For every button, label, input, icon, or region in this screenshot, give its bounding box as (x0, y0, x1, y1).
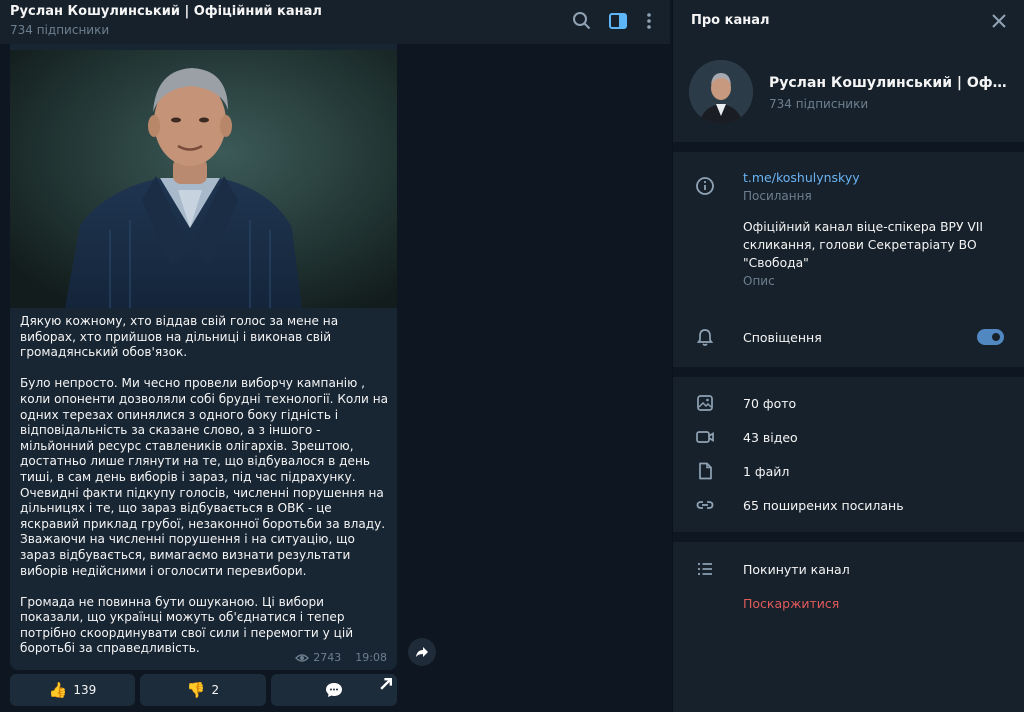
reaction-thumbs-up[interactable]: 👍 139 (10, 674, 135, 706)
info-title: Про канал (691, 13, 770, 28)
media-photos[interactable]: 70 фото (743, 396, 796, 411)
video-icon (695, 427, 715, 447)
link-icon (695, 495, 715, 515)
info-icon (695, 176, 715, 196)
comment-icon (326, 683, 342, 697)
sidebar-toggle-icon (609, 13, 627, 29)
reaction-thumbs-down[interactable]: 👎 2 (140, 674, 266, 706)
info-header: Про канал (673, 0, 1024, 42)
thumbs-down-icon: 👎 (186, 681, 206, 699)
media-files[interactable]: 1 файл (743, 464, 789, 479)
photo-icon (695, 393, 715, 413)
chat-header[interactable]: Руслан Кошулинський | Офіційний канал 73… (0, 0, 670, 44)
reaction-count: 139 (73, 683, 97, 697)
more-menu-button[interactable] (638, 10, 660, 32)
leave-channel-button[interactable]: Покинути канал (743, 562, 850, 577)
channel-link[interactable]: t.me/koshulynskyy (743, 170, 860, 185)
more-vertical-icon (647, 13, 651, 29)
forward-button[interactable] (408, 638, 436, 666)
list-icon (695, 559, 715, 579)
forward-icon (416, 647, 428, 657)
search-button[interactable] (571, 10, 593, 32)
sidebar-toggle-button[interactable] (607, 10, 629, 32)
description-label: Опис (743, 274, 775, 288)
chat-subscribers: 734 підписники (10, 23, 110, 37)
close-icon (992, 14, 1006, 28)
post-time: 19:08 (355, 651, 387, 664)
portrait-photo (10, 50, 397, 308)
notifications-label[interactable]: Сповіщення (743, 330, 822, 345)
avatar-image (689, 60, 753, 124)
chat-panel: Дякую кожному, хто віддав свій голос за … (0, 0, 670, 712)
open-comments-arrow-icon (380, 678, 392, 690)
bell-icon (695, 327, 715, 347)
search-icon (573, 12, 591, 30)
channel-post[interactable]: Дякую кожному, хто віддав свій голос за … (10, 44, 397, 670)
file-icon (695, 461, 715, 481)
channel-subscribers: 734 підписники (769, 97, 869, 111)
post-text: Дякую кожному, хто віддав свій голос за … (20, 314, 389, 656)
channel-info-panel: Про канал Руслан Кошулинський | Офіційни… (672, 0, 1024, 712)
close-button[interactable] (990, 12, 1008, 30)
view-count: 2743 (313, 651, 342, 664)
toggle-knob (991, 332, 1001, 342)
channel-avatar[interactable] (689, 60, 753, 124)
divider (673, 367, 1024, 377)
chat-title[interactable]: Руслан Кошулинський | Офіційний канал (10, 4, 322, 19)
post-photo[interactable] (10, 50, 397, 308)
channel-name: Руслан Кошулинський | Офіційний канал (769, 75, 1011, 91)
notifications-toggle[interactable] (977, 329, 1004, 345)
media-links[interactable]: 65 поширених посилань (743, 498, 904, 513)
divider (673, 142, 1024, 152)
report-button[interactable]: Поскаржитися (743, 596, 839, 611)
link-label: Посилання (743, 189, 812, 203)
eye-icon (295, 653, 310, 662)
divider (673, 532, 1024, 542)
channel-description: Офіційний канал віце-спікера ВРУ VII скл… (743, 220, 987, 270)
thumbs-up-icon: 👍 (48, 681, 68, 699)
comments-button[interactable] (271, 674, 397, 706)
reaction-count: 2 (211, 683, 220, 697)
post-meta: 2743 19:08 (295, 651, 387, 664)
media-videos[interactable]: 43 відео (743, 430, 798, 445)
